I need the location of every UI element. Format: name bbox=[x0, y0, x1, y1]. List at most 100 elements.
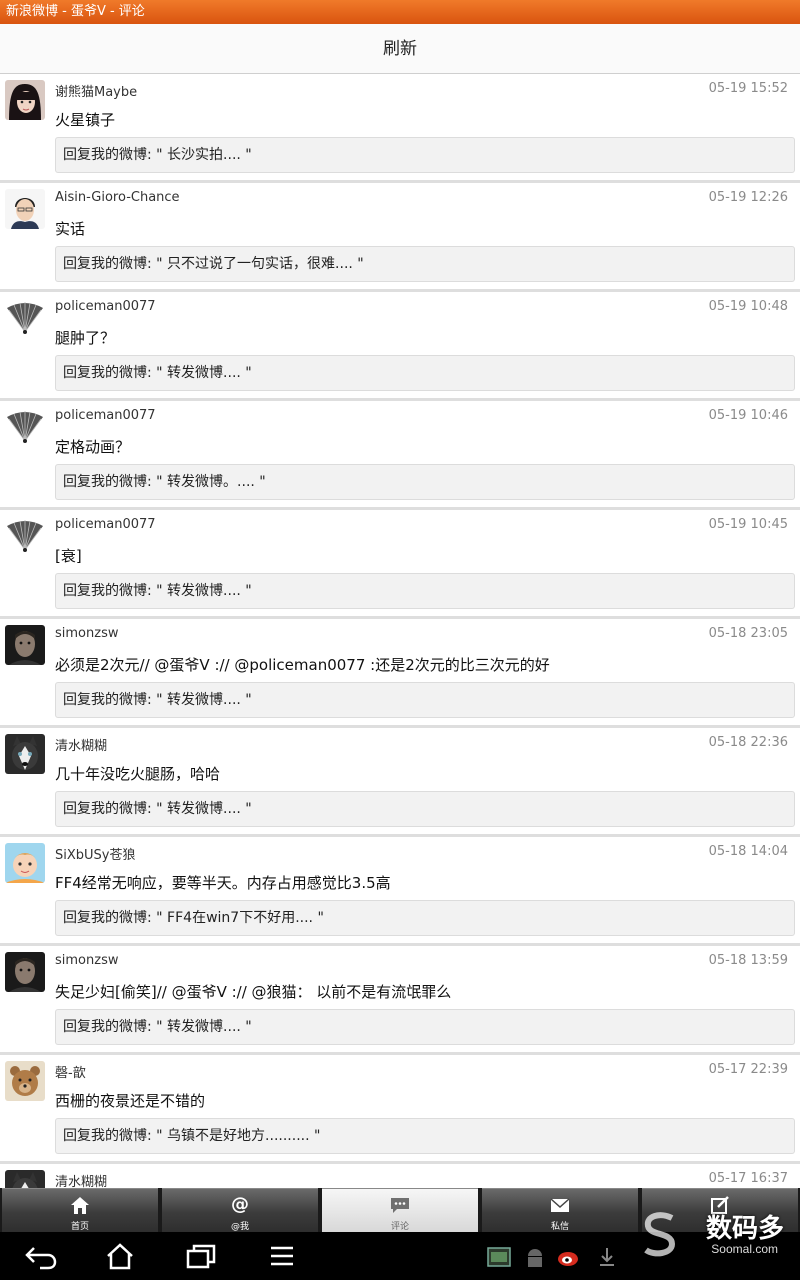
home-nav-icon[interactable] bbox=[103, 1242, 137, 1270]
comment-username[interactable]: policeman0077 bbox=[55, 517, 156, 532]
reply-quote[interactable]: 回复我的微博: " 转发微博.... " bbox=[55, 682, 795, 718]
comment-text: FF4经常无响应，要等半天。内存占用感觉比3.5高 bbox=[55, 874, 391, 892]
comment-timestamp: 05-17 22:39 bbox=[708, 1062, 788, 1077]
comment-text: 必须是2次元// @蛋爷V :// @policeman0077 :还是2次元的… bbox=[55, 656, 550, 674]
comment-item[interactable]: 清水糊糊 05-18 22:36 几十年没吃火腿肠，哈哈回复我的微博: " 转发微博… bbox=[0, 728, 800, 837]
comment-text: 实话 bbox=[55, 220, 86, 238]
avatar[interactable] bbox=[5, 1170, 45, 1188]
comment-item[interactable]: SiXbUSy苍狼 05-18 14:04 FF4经常无响应，要等半天。内存占用感觉… bbox=[0, 837, 800, 946]
comment-username[interactable]: policeman0077 bbox=[55, 408, 156, 423]
tab-home[interactable]: 首页 bbox=[2, 1188, 158, 1232]
comment-text: 火星镇子 bbox=[55, 111, 116, 129]
comment-list[interactable]: 谢熊猫Maybe 05-19 15:52 火星镇子回复我的微博: " 长沙实拍...… bbox=[0, 74, 800, 1188]
tab-label: 首页 bbox=[70, 1222, 89, 1232]
avatar[interactable] bbox=[5, 189, 45, 229]
comment-item[interactable]: policeman0077 05-19 10:45 [衰] 回复我的微博: " 转发微… bbox=[0, 510, 800, 619]
reply-quote[interactable]: 回复我的微博: " 转发微博.... " bbox=[55, 791, 795, 827]
android-tray-icon[interactable] bbox=[522, 1244, 548, 1270]
comment-timestamp: 05-18 14:04 bbox=[708, 844, 788, 859]
reply-quote[interactable]: 回复我的微博: " 转发微博.... " bbox=[55, 355, 795, 391]
comment-text: 西栅的夜景还是不错的 bbox=[55, 1092, 206, 1110]
refresh-label: 刷新 bbox=[383, 39, 417, 59]
comment-item[interactable]: 磬-歆 05-17 22:39 西栅的夜景还是不错的回复我的微博: " 乌镇不是好地… bbox=[0, 1055, 800, 1164]
back-icon[interactable] bbox=[24, 1242, 58, 1270]
recent-apps-icon[interactable] bbox=[184, 1242, 218, 1270]
comment-username[interactable]: policeman0077 bbox=[55, 299, 156, 314]
menu-icon[interactable] bbox=[265, 1242, 299, 1270]
tab-mail[interactable]: 私信 bbox=[482, 1188, 638, 1232]
comment-timestamp: 05-18 22:36 bbox=[708, 735, 788, 750]
avatar[interactable] bbox=[5, 516, 45, 556]
comment-timestamp: 05-18 13:59 bbox=[708, 953, 788, 968]
app-title: 新浪微博 - 蛋爷V - 评论 bbox=[6, 4, 145, 19]
comment-item[interactable]: policeman0077 05-19 10:46 定格动画？ 回复我的微博: " 转… bbox=[0, 401, 800, 510]
comment-icon bbox=[389, 1195, 411, 1215]
reply-quote-text: 回复我的微博: " 只不过说了一句实话，很难.... " bbox=[63, 256, 364, 272]
comment-text: 失足少妇[偷笑]// @蛋爷V :// @狼猫： 以前不是有流氓罪么 bbox=[55, 983, 452, 1001]
comment-item[interactable]: 谢熊猫Maybe 05-19 15:52 火星镇子回复我的微博: " 长沙实拍...… bbox=[0, 74, 800, 183]
avatar[interactable] bbox=[5, 843, 45, 883]
avatar[interactable] bbox=[5, 1061, 45, 1101]
reply-quote[interactable]: 回复我的微博: " 乌镇不是好地方.......... " bbox=[55, 1118, 795, 1154]
comment-timestamp: 05-19 15:52 bbox=[708, 81, 788, 96]
reply-quote-text: 回复我的微博: " 乌镇不是好地方.......... " bbox=[63, 1128, 321, 1144]
refresh-button[interactable]: 刷新 bbox=[0, 24, 800, 74]
tab-at[interactable]: @ @我 bbox=[162, 1188, 318, 1232]
comment-timestamp: 05-17 16:37 bbox=[708, 1171, 788, 1186]
reply-quote[interactable]: 回复我的微博: " FF4在win7下不好用.... " bbox=[55, 900, 795, 936]
comment-username[interactable]: 清水糊糊 bbox=[55, 735, 107, 754]
at-icon: @ bbox=[231, 1194, 249, 1215]
comment-username[interactable]: simonzsw bbox=[55, 626, 118, 641]
home-icon bbox=[69, 1195, 91, 1215]
download-tray-icon[interactable] bbox=[594, 1244, 620, 1270]
comment-username[interactable]: 谢熊猫Maybe bbox=[55, 81, 137, 100]
comment-text: 腿肿了？ bbox=[55, 329, 116, 347]
comment-text: [衰] bbox=[55, 547, 82, 565]
reply-quote-text: 回复我的微博: " 转发微博.... " bbox=[63, 1019, 252, 1035]
avatar[interactable] bbox=[5, 625, 45, 665]
reply-quote-text: 回复我的微博: " 转发微博。.... " bbox=[63, 474, 266, 490]
screenshot-tray-icon[interactable] bbox=[486, 1244, 512, 1270]
tab-label: @我 bbox=[230, 1222, 249, 1232]
watermark-brand: 数码多 bbox=[705, 1213, 784, 1243]
comment-item[interactable]: 清水糊糊 05-17 16:37 bbox=[0, 1164, 800, 1188]
comment-username[interactable]: 清水糊糊 bbox=[55, 1171, 107, 1188]
comment-timestamp: 05-19 10:45 bbox=[708, 517, 788, 532]
comment-username[interactable]: SiXbUSy苍狼 bbox=[55, 844, 135, 863]
comment-item[interactable]: policeman0077 05-19 10:48 腿肿了？ 回复我的微博: " 转发… bbox=[0, 292, 800, 401]
reply-quote-text: 回复我的微博: " 转发微博.... " bbox=[63, 583, 252, 599]
comment-username[interactable]: Aisin-Gioro-Chance bbox=[55, 190, 180, 205]
reply-quote-text: 回复我的微博: " 转发微博.... " bbox=[63, 365, 252, 381]
tab-label: 私信 bbox=[550, 1222, 569, 1232]
comment-text: 几十年没吃火腿肠，哈哈 bbox=[55, 765, 221, 783]
reply-quote[interactable]: 回复我的微博: " 只不过说了一句实话，很难.... " bbox=[55, 246, 795, 282]
comment-username[interactable]: 磬-歆 bbox=[55, 1062, 86, 1081]
comment-timestamp: 05-19 10:48 bbox=[708, 299, 788, 314]
reply-quote-text: 回复我的微博: " 长沙实拍.... " bbox=[63, 147, 252, 163]
comment-timestamp: 05-18 23:05 bbox=[708, 626, 788, 641]
watermark: 数码多 Soomal.com bbox=[632, 1206, 792, 1270]
tab-comment[interactable]: 评论 bbox=[322, 1188, 478, 1232]
reply-quote[interactable]: 回复我的微博: " 转发微博。.... " bbox=[55, 464, 795, 500]
reply-quote[interactable]: 回复我的微博: " 转发微博.... " bbox=[55, 1009, 795, 1045]
reply-quote-text: 回复我的微博: " 转发微博.... " bbox=[63, 801, 252, 817]
comment-timestamp: 05-19 10:46 bbox=[708, 408, 788, 423]
avatar[interactable] bbox=[5, 80, 45, 120]
tab-label: 评论 bbox=[390, 1222, 409, 1232]
avatar[interactable] bbox=[5, 407, 45, 447]
mail-icon bbox=[549, 1195, 571, 1215]
comment-username[interactable]: simonzsw bbox=[55, 953, 118, 968]
reply-quote[interactable]: 回复我的微博: " 长沙实拍.... " bbox=[55, 137, 795, 173]
avatar[interactable] bbox=[5, 734, 45, 774]
reply-quote-text: 回复我的微博: " FF4在win7下不好用.... " bbox=[63, 910, 324, 926]
comment-text: 定格动画？ bbox=[55, 438, 131, 456]
avatar[interactable] bbox=[5, 298, 45, 338]
weibo-tray-icon[interactable] bbox=[556, 1244, 582, 1270]
reply-quote[interactable]: 回复我的微博: " 转发微博.... " bbox=[55, 573, 795, 609]
comment-item[interactable]: Aisin-Gioro-Chance 05-19 12:26 实话 回复我的微博: "… bbox=[0, 183, 800, 292]
reply-quote-text: 回复我的微博: " 转发微博.... " bbox=[63, 692, 252, 708]
avatar[interactable] bbox=[5, 952, 45, 992]
comment-item[interactable]: simonzsw 05-18 23:05 必须是2次元// @蛋爷V :// @po… bbox=[0, 619, 800, 728]
watermark-site: Soomal.com bbox=[711, 1242, 778, 1256]
comment-item[interactable]: simonzsw 05-18 13:59 失足少妇[偷笑]// @蛋爷V :// @… bbox=[0, 946, 800, 1055]
